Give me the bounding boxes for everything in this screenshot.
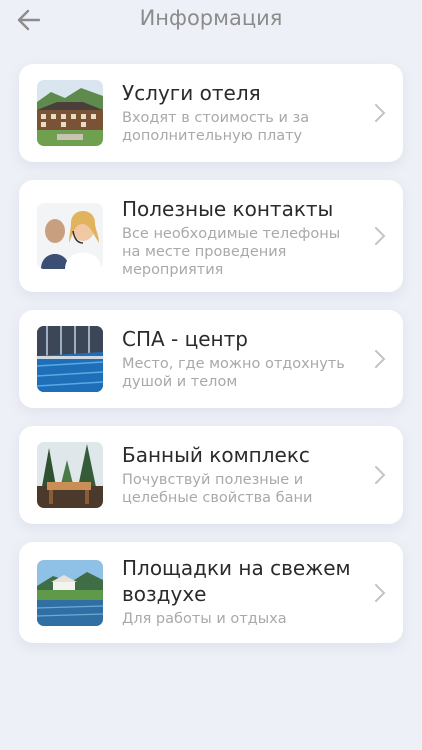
forest-sauna-photo bbox=[37, 442, 103, 508]
chevron-right-icon bbox=[375, 584, 386, 602]
chevron-right-icon bbox=[375, 104, 386, 122]
card-text: Услуги отеля Входят в стоимость и за доп… bbox=[122, 80, 357, 145]
call-center-operators-photo bbox=[37, 203, 103, 269]
card-description: Место, где можно отдохнуть душой и телом bbox=[122, 356, 345, 390]
card-title: Услуги отеля bbox=[122, 81, 261, 105]
card-text: СПА - центр Место, где можно отдохнуть д… bbox=[122, 326, 357, 391]
card-title: Полезные контакты bbox=[122, 197, 334, 221]
info-list: Услуги отеля Входят в стоимость и за доп… bbox=[19, 64, 403, 661]
chevron-right-icon bbox=[375, 466, 386, 484]
card-text: Банный комплекс Почувствуй полезные и це… bbox=[122, 442, 357, 507]
list-item-bath-complex[interactable]: Банный комплекс Почувствуй полезные и це… bbox=[19, 426, 403, 524]
card-text: Полезные контакты Все необходимые телефо… bbox=[122, 196, 357, 279]
hotel-building-photo bbox=[37, 80, 103, 146]
list-item-useful-contacts[interactable]: Полезные контакты Все необходимые телефо… bbox=[19, 180, 403, 292]
list-item-outdoor-venues[interactable]: Площадки на свежем воздухе Для работы и … bbox=[19, 542, 403, 643]
page-title: Информация bbox=[139, 6, 283, 30]
card-title: Банный комплекс bbox=[122, 443, 310, 467]
chevron-right-icon bbox=[375, 350, 386, 368]
list-item-spa-center[interactable]: СПА - центр Место, где можно отдохнуть д… bbox=[19, 310, 403, 408]
card-description: Почувствуй полезные и целебные свойства … bbox=[122, 472, 313, 506]
indoor-pool-photo bbox=[37, 326, 103, 392]
top-bar: Информация bbox=[0, 0, 422, 44]
card-description: Для работы и отдыха bbox=[122, 611, 287, 627]
card-title: Площадки на свежем воздухе bbox=[122, 556, 351, 606]
list-item-hotel-services[interactable]: Услуги отеля Входят в стоимость и за доп… bbox=[19, 64, 403, 162]
card-text: Площадки на свежем воздухе Для работы и … bbox=[122, 555, 357, 628]
chevron-right-icon bbox=[375, 227, 386, 245]
lakeside-venue-photo bbox=[37, 560, 103, 626]
card-description: Входят в стоимость и за дополнительную п… bbox=[122, 110, 310, 144]
card-title: СПА - центр bbox=[122, 327, 248, 351]
card-description: Все необходимые телефоны на месте провед… bbox=[122, 226, 341, 278]
